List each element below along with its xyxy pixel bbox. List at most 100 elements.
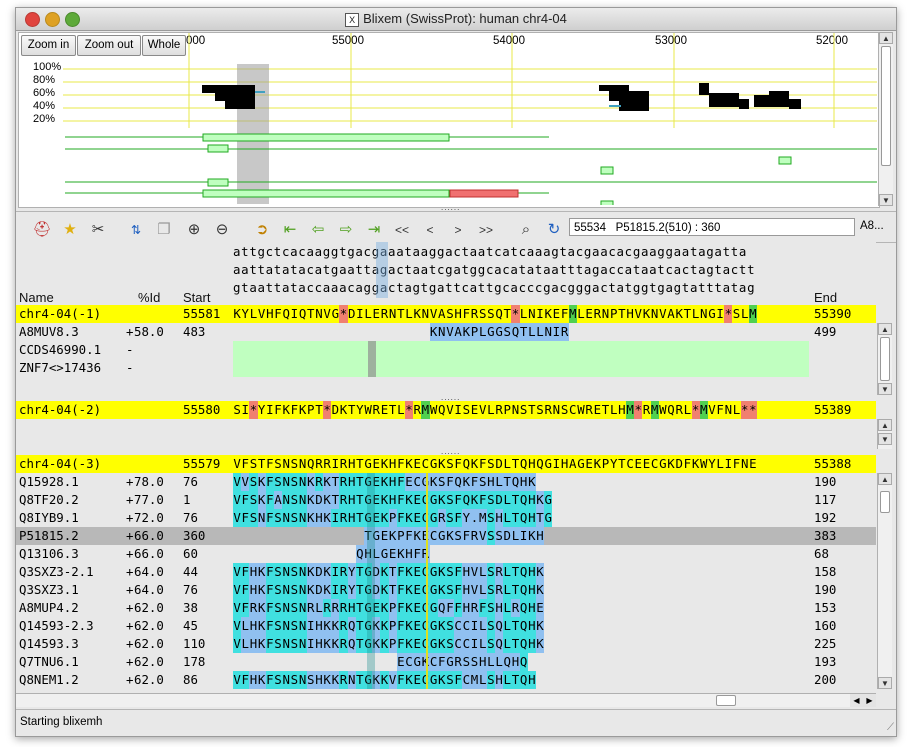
match-end: 68: [814, 546, 829, 561]
frame-2-section: chr4-04(-2) 55580 SI*YIFKFKPT*DKTYWRETL*RM…: [16, 401, 876, 451]
match-name: P51815.2: [19, 528, 79, 543]
match-start: 45: [183, 618, 198, 633]
match-row[interactable]: Q8IYB9.1 +72.0 76 VFSNFSNSNKHKIRHTGEKPFKECG…: [16, 509, 876, 527]
column-header-end[interactable]: End: [814, 290, 837, 305]
match-strand: +: [126, 600, 134, 615]
zoom-out-icon[interactable]: ⊖: [212, 221, 232, 239]
match-strand: +: [126, 654, 134, 669]
match-row[interactable]: Q8NEM1.2 +62.0 86 VFHKFSNSNSHKKRNTGKKVFKECG…: [16, 671, 876, 689]
feedback-box[interactable]: 55534 P51815.2(510) : 360: [569, 218, 855, 236]
overview-scroll-thumb[interactable]: [881, 46, 891, 166]
match-row[interactable]: Q3SXZ3.1 +64.0 76 VFHKFSNSNKDKIRYTGDKTFKECG…: [16, 581, 876, 599]
match-start: 360: [183, 528, 206, 543]
match-sequence: VFSKFANSNKDKTRHTGEKHFKECGKSFQKFSDLTQHKG: [233, 491, 553, 509]
match-strand: +: [126, 492, 134, 507]
dna-line-1: attgctcacaaggtgacgaaataaggactaatcatcaaag…: [233, 244, 748, 259]
next-match-icon[interactable]: ⇨: [336, 221, 356, 239]
match-name: Q14593.3: [19, 636, 79, 651]
frame-1-section: chr4-04(-1) 55581 KYLVHFQIQTNVG*DILERNTLKN…: [16, 305, 876, 395]
frame-2-splitter[interactable]: ......: [441, 448, 460, 456]
column-header-name[interactable]: Name: [19, 290, 54, 305]
match-sequence: VFHKFSNSNKDKIRYTGDKTFKECGKSFHVLSRLTQHK: [233, 563, 545, 581]
overview-scrollbar[interactable]: ▲ ▼: [878, 32, 893, 206]
match-name: Q8NEM1.2: [19, 672, 79, 687]
match-name: Q7TNU6.1: [19, 654, 79, 669]
resize-grip-icon[interactable]: ⟋: [882, 722, 894, 734]
reference-row[interactable]: chr4-04(-1) 55581 KYLVHFQIQTNVG*DILERNTLKN…: [16, 305, 876, 323]
frame-1-scroll-thumb[interactable]: [880, 337, 890, 381]
match-row[interactable]: CCDS46990.1 -: [16, 341, 876, 359]
match-strand: +: [126, 564, 134, 579]
match-row[interactable]: Q7TNU6.1 +62.0 178 ECGKCFGRSSHLLQHQ 193: [16, 653, 876, 671]
favorite-icon[interactable]: ★: [60, 221, 80, 239]
refresh-icon[interactable]: ↻: [544, 221, 564, 239]
match-sequence: QHLGEKHFR: [233, 545, 430, 563]
frame-3-scrollbar[interactable]: ▲ ▼: [877, 473, 892, 689]
frame-1-splitter[interactable]: ......: [441, 394, 460, 402]
match-name: Q3SXZ3.1: [19, 582, 79, 597]
settings-icon[interactable]: ✂: [88, 221, 108, 239]
zoom-in-icon[interactable]: ⊕: [184, 221, 204, 239]
pane-splitter[interactable]: ......: [441, 204, 460, 212]
scroll-down-arrow-icon[interactable]: ▼: [878, 383, 892, 395]
match-sequence: VFHKFSNSNSHKKRNTGKKVFKECGKSFCMLSHLTQH: [233, 671, 536, 689]
match-name: Q3SXZ3-2.1: [19, 564, 94, 579]
match-row[interactable]: Q13106.3 +66.0 60 QHLGEKHFR 68: [16, 545, 876, 563]
feedback-trailing: A8...: [860, 220, 884, 232]
frame-2-scrollbar[interactable]: ▲ ▼: [877, 419, 892, 449]
match-strand: +: [126, 324, 134, 339]
horizontal-scroll-thumb[interactable]: [716, 695, 736, 706]
horizontal-scrollbar[interactable]: ◀ ▶: [16, 693, 876, 707]
copy-icon[interactable]: ❐: [154, 221, 174, 239]
help-icon[interactable]: ⛑: [32, 221, 52, 239]
match-row[interactable]: P51815.2 +66.0 360 TGEKPFKECGKSFRVSSDLIKH 3…: [16, 527, 876, 545]
reference-row[interactable]: chr4-04(-3) 55579 VFSTFSNSNQRRIRHTGEKHFKEC…: [16, 455, 876, 473]
prev-match-icon[interactable]: ⇦: [308, 221, 328, 239]
last-match-icon[interactable]: ⇥: [364, 221, 384, 239]
match-row[interactable]: Q3SXZ3-2.1 +64.0 44 VFHKFSNSNKDKIRYTGDKTFKE…: [16, 563, 876, 581]
first-match-icon[interactable]: ⇤: [280, 221, 300, 239]
nav-first-button[interactable]: <<: [392, 221, 412, 239]
find-icon[interactable]: ⌕: [516, 221, 536, 239]
nav-prev-button[interactable]: <: [420, 221, 440, 239]
nav-last-button[interactable]: >>: [476, 221, 496, 239]
nav-next-button[interactable]: >: [448, 221, 468, 239]
column-highlight: [367, 473, 375, 689]
goto-icon[interactable]: ➲: [252, 221, 272, 239]
scroll-up-arrow-icon[interactable]: ▲: [878, 323, 892, 335]
match-end: 153: [814, 600, 837, 615]
scroll-down-arrow-icon[interactable]: ▼: [879, 194, 893, 206]
scroll-left-arrow-icon[interactable]: ◀: [850, 694, 863, 707]
match-row[interactable]: Q8TF20.2 +77.0 1 VFSKFANSNKDKTRHTGEKHFKECGK…: [16, 491, 876, 509]
reference-start: 55580: [183, 402, 221, 417]
match-row[interactable]: A8MUP4.2 +62.0 38 VFRKFSNSNRLRRRHTGEKPFKECG…: [16, 599, 876, 617]
frame-1-scrollbar[interactable]: ▲ ▼: [877, 323, 892, 395]
exon-block: [233, 341, 809, 359]
match-name: Q15928.1: [19, 474, 79, 489]
dna-line-2: aattatatacatgaattagactaatcgatggcacatataa…: [233, 262, 756, 277]
scroll-down-arrow-icon[interactable]: ▼: [878, 433, 892, 445]
match-end: 190: [814, 582, 837, 597]
match-percent-id: 78.0: [134, 474, 164, 489]
match-name: A8MUP4.2: [19, 600, 79, 615]
match-row[interactable]: Q15928.1 +78.0 76 VVSKFSNSNKRKTRHTGEKHFECGK…: [16, 473, 876, 491]
sort-icon[interactable]: ⇅: [126, 221, 146, 239]
scroll-down-arrow-icon[interactable]: ▼: [878, 677, 892, 689]
match-strand: +: [126, 618, 134, 633]
scroll-right-arrow-icon[interactable]: ▶: [863, 694, 876, 707]
scroll-up-arrow-icon[interactable]: ▲: [878, 419, 892, 431]
match-name: Q14593-2.3: [19, 618, 94, 633]
match-row[interactable]: ZNF7<>17436 -: [16, 359, 876, 377]
reference-row[interactable]: chr4-04(-2) 55580 SI*YIFKFKPT*DKTYWRETL*RM…: [16, 401, 876, 419]
column-header-start[interactable]: Start: [183, 290, 210, 305]
match-row[interactable]: Q14593.3 +62.0 110 VLHKFSNSNIHKKRQTGKKPFKEC…: [16, 635, 876, 653]
title-bar: X Blixem (SwissProt): human chr4-04: [16, 8, 896, 31]
match-strand: -: [126, 342, 134, 357]
scroll-up-arrow-icon[interactable]: ▲: [879, 32, 893, 44]
column-header-pid[interactable]: %Id: [138, 290, 160, 305]
frame-3-scroll-thumb[interactable]: [880, 491, 890, 513]
x11-icon: X: [345, 12, 360, 27]
match-row[interactable]: A8MUV8.3 +58.0 483 KNVAKPLGGSQTLLNIR 499: [16, 323, 876, 341]
match-row[interactable]: Q14593-2.3 +62.0 45 VLHKFSNSNIHKKRQTGKKPFKE…: [16, 617, 876, 635]
scroll-up-arrow-icon[interactable]: ▲: [878, 473, 892, 485]
